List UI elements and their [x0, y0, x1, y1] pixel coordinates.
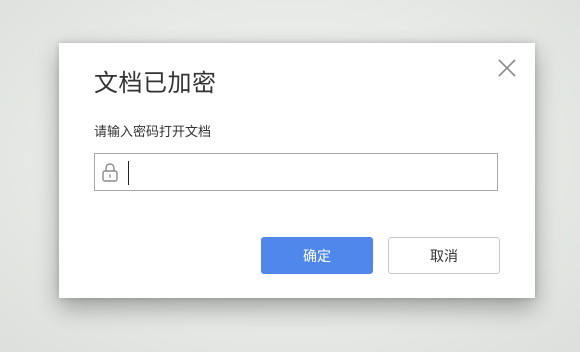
password-field[interactable]	[94, 153, 498, 191]
close-icon	[498, 59, 516, 77]
cancel-button[interactable]: 取消	[388, 237, 500, 274]
dialog-title: 文档已加密	[94, 69, 217, 97]
confirm-button[interactable]: 确定	[261, 237, 373, 274]
encrypted-document-dialog: 文档已加密 请输入密码打开文档 确定 取消	[59, 43, 535, 298]
close-button[interactable]	[497, 58, 517, 78]
text-caret	[128, 161, 129, 185]
password-input[interactable]	[127, 158, 491, 186]
password-prompt: 请输入密码打开文档	[94, 125, 212, 140]
lock-icon	[102, 163, 118, 182]
